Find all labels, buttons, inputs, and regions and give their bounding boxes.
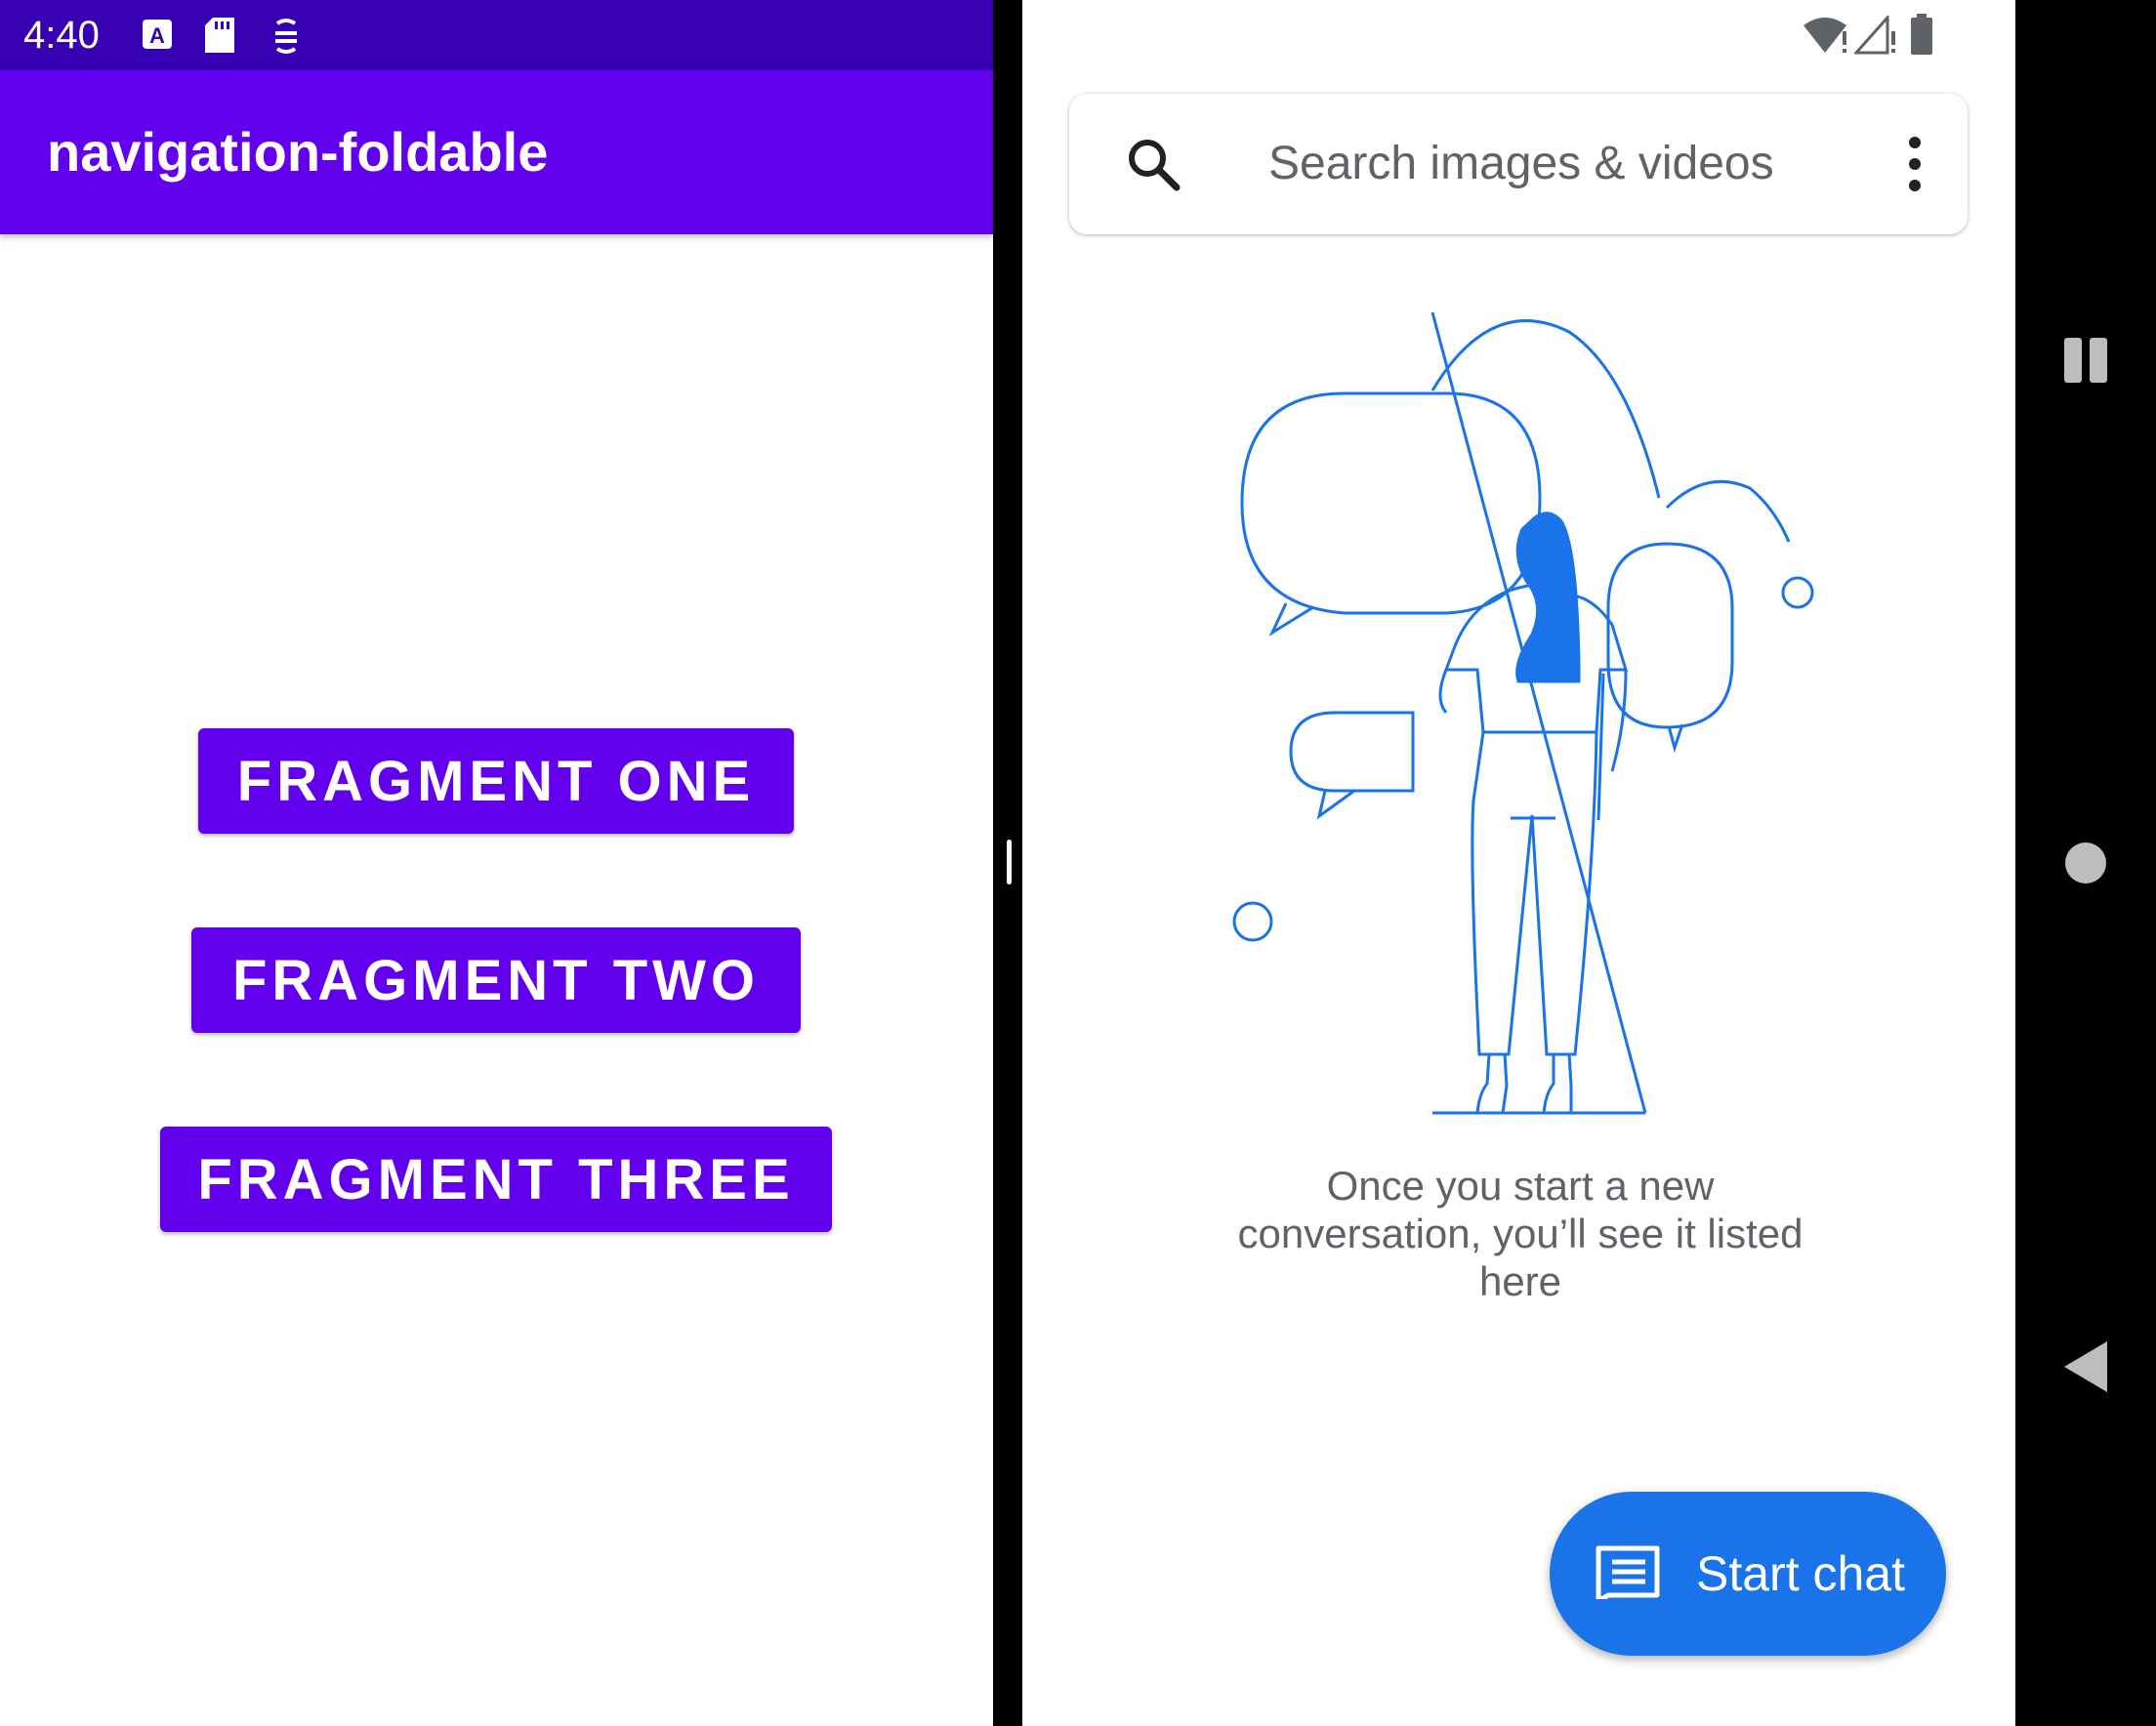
- search-icon[interactable]: [1124, 135, 1182, 198]
- svg-text:A: A: [149, 23, 165, 48]
- split-drag-handle[interactable]: [1007, 840, 1012, 884]
- empty-state-line-2: conversation, you’ll see it listed: [1237, 1211, 1804, 1256]
- wifi-alert-icon: [1804, 16, 1850, 60]
- sd-card-icon: [205, 18, 234, 58]
- status-bar: 4:40 A: [0, 0, 993, 70]
- status-time: 4:40: [23, 14, 100, 57]
- system-nav-bar: [2015, 0, 2156, 1726]
- left-app-pane: 4:40 A navigation-foldable FRAGMENT ONE …: [0, 0, 993, 1726]
- back-icon[interactable]: [2064, 1341, 2107, 1397]
- accessibility-a-icon: A: [143, 18, 172, 56]
- search-bar[interactable]: Search images & videos: [1069, 94, 1968, 234]
- fragment-three-button[interactable]: FRAGMENT THREE: [160, 1127, 832, 1232]
- empty-state-message: Once you start a new conversation, you’l…: [1179, 1162, 1862, 1305]
- empty-state-illustration: [1232, 312, 1814, 1115]
- empty-state-line-1: Once you start a new: [1326, 1163, 1715, 1209]
- right-app-pane: Search images & videos Once you start a …: [1022, 0, 2015, 1726]
- app-bar: navigation-foldable: [0, 70, 993, 234]
- fragment-one-button[interactable]: FRAGMENT ONE: [198, 728, 794, 834]
- tracker-icon: [270, 18, 303, 60]
- search-input[interactable]: Search images & videos: [1268, 135, 1774, 193]
- empty-state-line-3: here: [1478, 1258, 1562, 1304]
- signal-alert-icon: [1852, 14, 1897, 60]
- start-chat-button[interactable]: Start chat: [1550, 1492, 1946, 1656]
- chat-icon: [1595, 1544, 1663, 1604]
- more-options-icon[interactable]: [1905, 135, 1925, 198]
- home-icon[interactable]: [2064, 842, 2107, 889]
- app-title: navigation-foldable: [47, 121, 549, 183]
- battery-icon: [1909, 14, 1934, 60]
- fragment-two-button[interactable]: FRAGMENT TWO: [191, 927, 801, 1033]
- recents-icon[interactable]: [2062, 336, 2109, 390]
- start-chat-label: Start chat: [1696, 1546, 1905, 1601]
